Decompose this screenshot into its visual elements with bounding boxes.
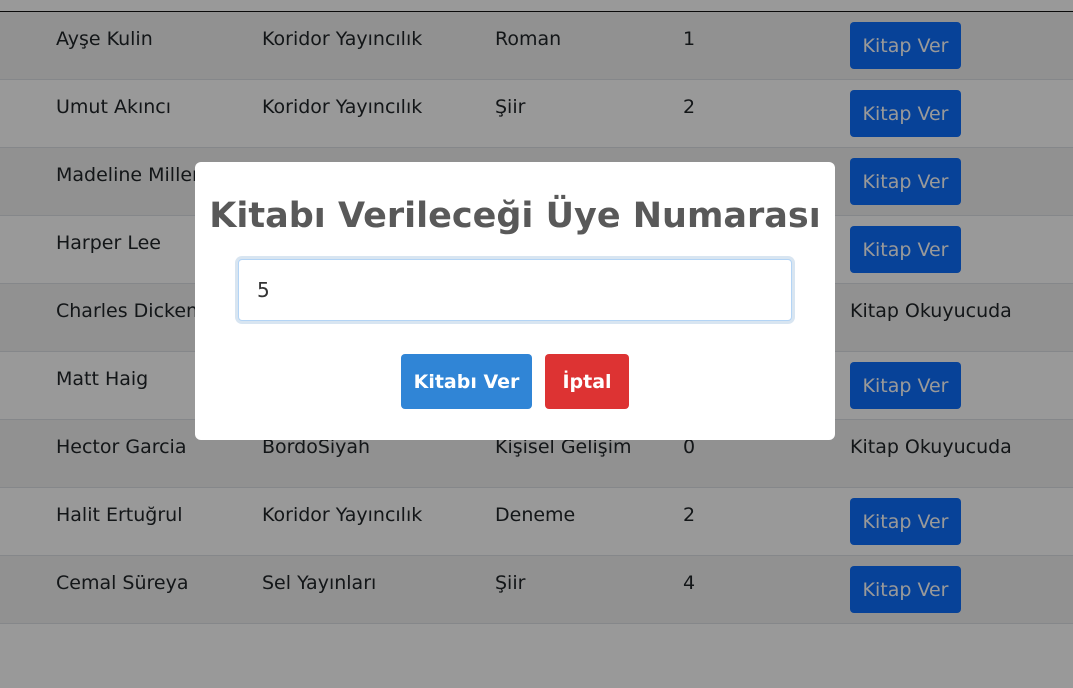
confirm-give-book-button[interactable]: Kitabı Ver [401, 354, 532, 409]
member-number-dialog: Kitabı Verileceği Üye Numarası Kitabı Ve… [195, 162, 835, 440]
cancel-button[interactable]: İptal [545, 354, 629, 409]
dialog-title: Kitabı Verileceği Üye Numarası [209, 196, 821, 236]
member-number-input[interactable] [238, 259, 792, 321]
dialog-actions: Kitabı Ver İptal [195, 354, 835, 409]
